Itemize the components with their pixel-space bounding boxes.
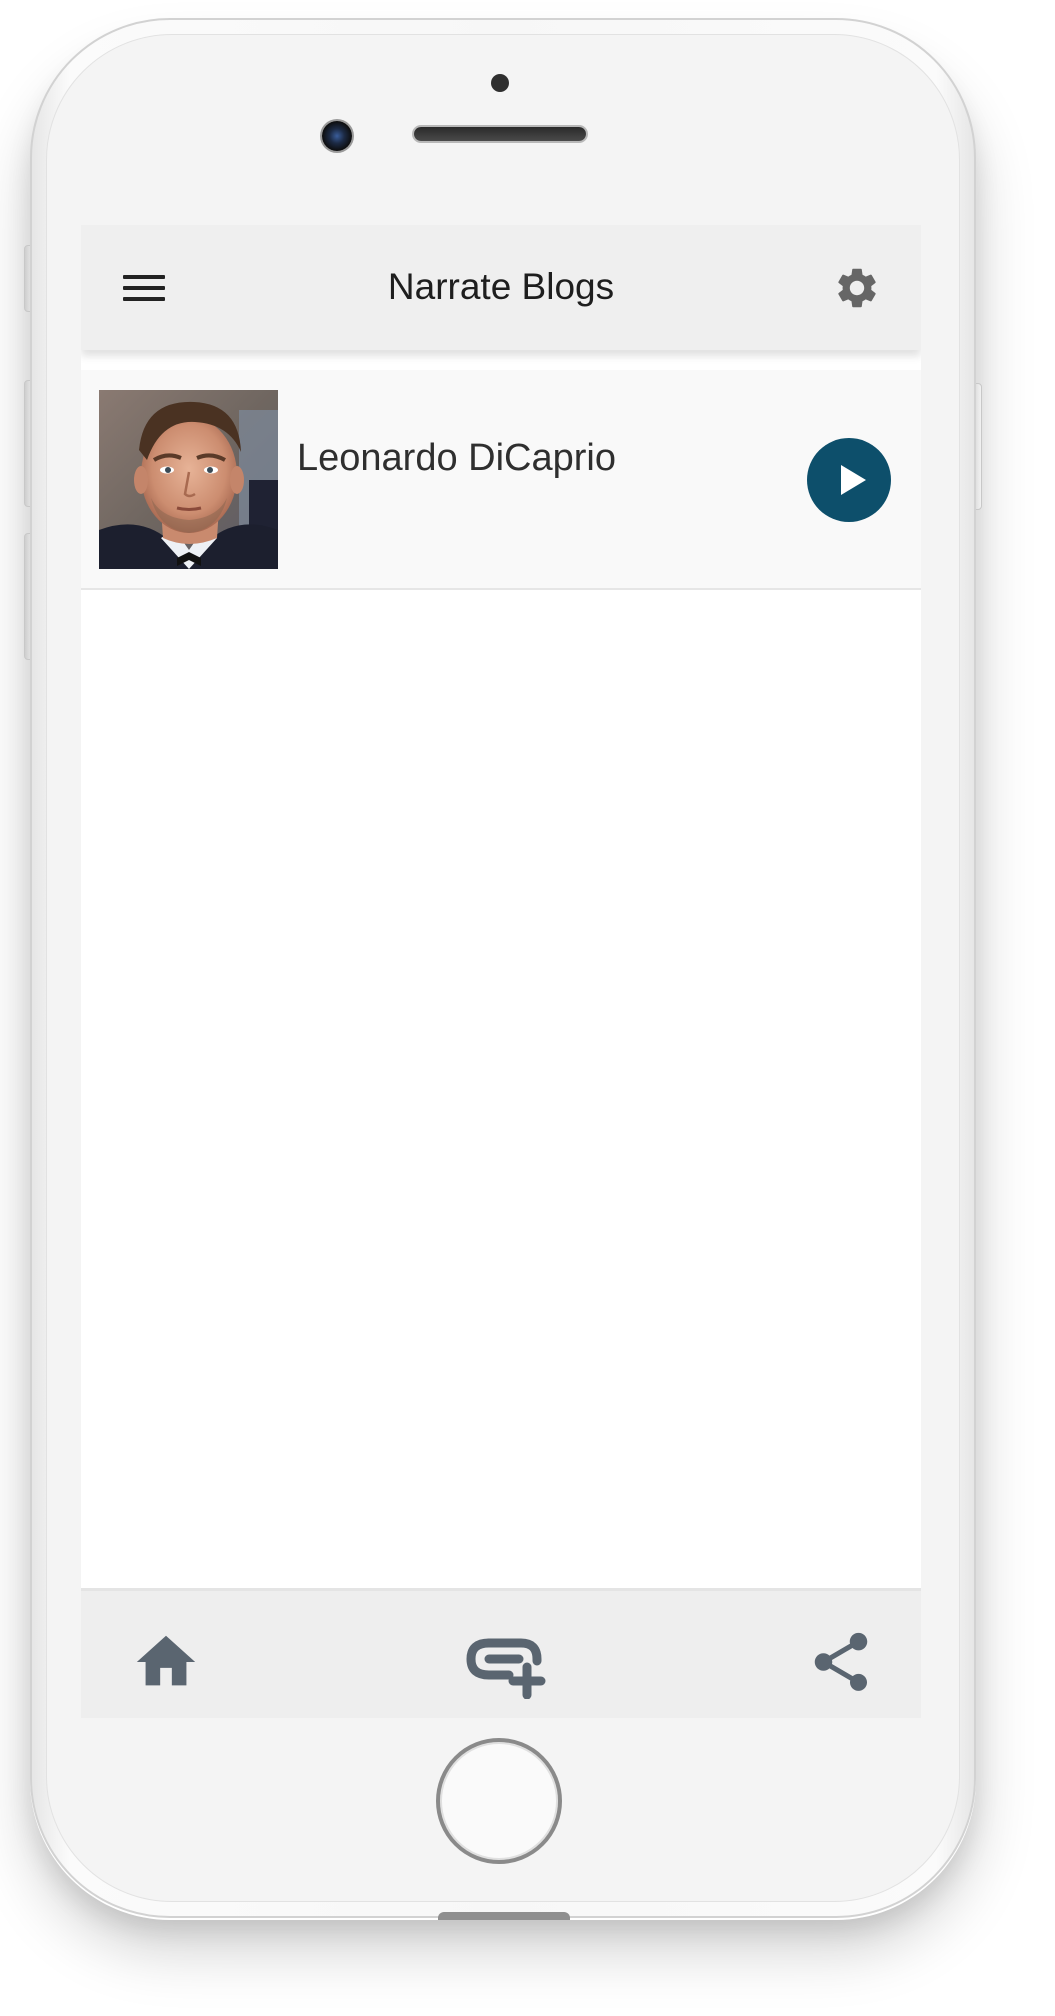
play-icon [841,465,866,495]
proximity-sensor [491,74,509,92]
phone-bottom-edge [438,1912,570,1920]
blog-thumbnail [99,390,278,569]
device-mockup: Narrate Blogs Leonardo DiCaprio [0,0,1055,2016]
add-link-button[interactable] [459,1629,549,1700]
home-icon [136,1635,196,1686]
blog-list: Leonardo DiCaprio [81,370,921,590]
play-button[interactable] [807,438,891,522]
app-header: Narrate Blogs [81,225,921,350]
front-camera [322,121,352,151]
add-link-icon [466,1638,546,1700]
bottom-nav [81,1588,921,1718]
app-screen: Narrate Blogs Leonardo DiCaprio [81,225,921,1718]
page-title: Narrate Blogs [387,266,615,307]
list-item[interactable]: Leonardo DiCaprio [81,370,921,590]
gear-icon[interactable] [833,264,881,312]
earpiece-speaker [414,127,586,141]
blog-title: Leonardo DiCaprio [297,437,616,479]
share-button[interactable] [806,1627,876,1697]
home-button[interactable] [131,1627,201,1697]
share-icon [814,1632,868,1691]
device-home-button [436,1738,562,1864]
